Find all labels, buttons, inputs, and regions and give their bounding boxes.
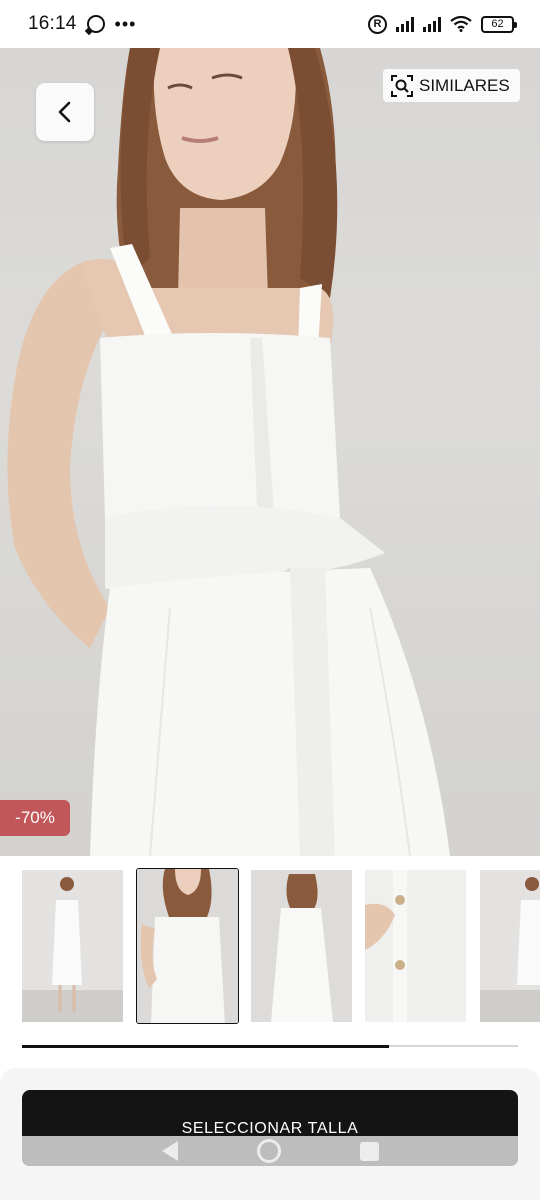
- thumbnail-scroll-track[interactable]: [22, 1044, 518, 1048]
- nav-recents-icon[interactable]: [359, 1141, 379, 1161]
- more-notifications-icon: •••: [114, 14, 137, 34]
- wifi-icon: [450, 16, 472, 32]
- nav-home-icon[interactable]: [256, 1139, 281, 1163]
- status-time: 16:14: [28, 13, 77, 34]
- nav-back-icon[interactable]: [161, 1141, 178, 1161]
- thumbnail-scroll-indicator[interactable]: [22, 1044, 390, 1048]
- product-photo-illustration: [7, 48, 450, 856]
- thumbnail-image: [137, 869, 238, 1023]
- whatsapp-icon: [86, 15, 105, 33]
- thumbnail-image: [251, 870, 352, 1022]
- thumbnail-strip[interactable]: [22, 868, 540, 1024]
- status-bar: 16:14 ••• R 62: [0, 0, 540, 48]
- similar-products-button[interactable]: SIMILARES: [383, 69, 520, 102]
- signal-icon-2: [423, 16, 441, 32]
- thumbnail-image: [365, 870, 466, 1022]
- signal-icon: [396, 16, 414, 32]
- battery-icon: 62: [481, 15, 517, 33]
- status-right: R 62: [368, 14, 517, 34]
- thumbnail-3[interactable]: [251, 870, 352, 1022]
- registered-icon: R: [368, 14, 387, 34]
- thumbnail-2-active[interactable]: [136, 868, 239, 1024]
- product-main-image[interactable]: [0, 48, 540, 856]
- chevron-left-icon: [58, 101, 71, 123]
- thumbnail-4[interactable]: [365, 870, 466, 1022]
- thumbnail-image: [22, 870, 123, 1022]
- thumbnail-image: [480, 870, 540, 1022]
- thumbnail-5[interactable]: [480, 870, 540, 1022]
- back-button[interactable]: [36, 83, 94, 141]
- thumbnail-1[interactable]: [22, 870, 123, 1022]
- status-left: 16:14 •••: [28, 13, 136, 35]
- similar-products-label: SIMILARES: [419, 75, 510, 95]
- visual-search-icon: [391, 74, 413, 97]
- system-navigation-bar: [22, 1136, 518, 1166]
- discount-badge: -70%: [0, 800, 70, 836]
